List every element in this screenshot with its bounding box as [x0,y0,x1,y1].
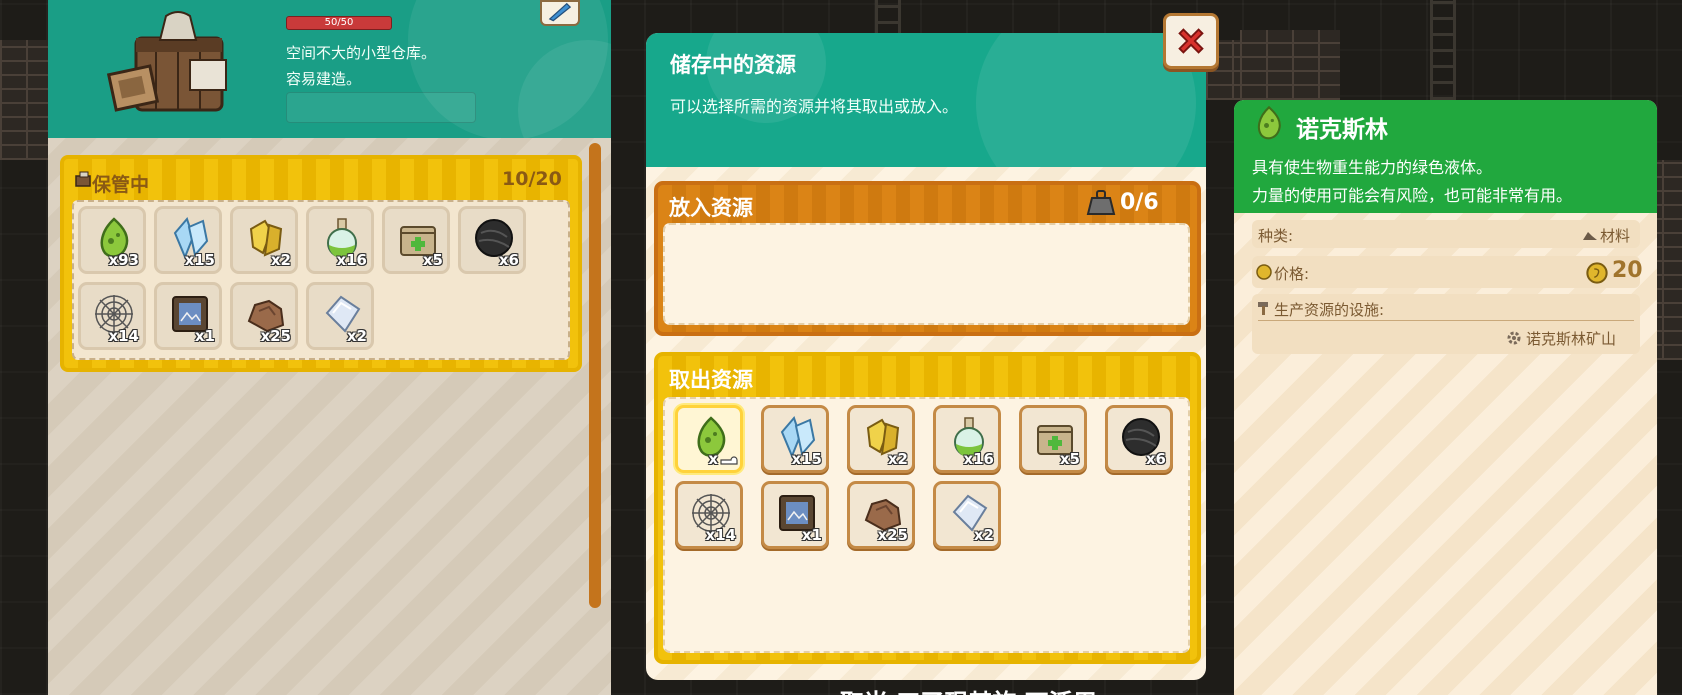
storage-title: 保管中 [92,174,150,196]
dialog-header: 储存中的资源 可以选择所需的资源并将其取出或放入。 [646,33,1206,167]
item-description-line-1: 具有使生物重生能力的绿色液体。 [1252,158,1493,177]
item-quantity: x14 [705,526,736,544]
take-resource-item-grid: x x15 x2 x16 x5 x6 x14 x1 x25 x2 [663,397,1190,653]
item-quantity: x2 [346,327,367,345]
item-type-label: 种类: [1258,227,1294,245]
storage-item-gold-ore[interactable]: x2 [230,206,298,274]
warehouse-description-line-1: 空间不大的小型仓库。 [286,44,437,62]
warehouse-scrollbar[interactable] [589,143,601,608]
item-quantity: x [708,450,718,468]
item-price-row: 价格: 20 [1252,256,1643,288]
divider [1258,320,1634,321]
item-price-value: 20 [1612,258,1643,283]
item-quantity: x6 [498,251,519,269]
item-quantity: x16 [336,251,367,269]
nocusrin-leaf-icon [1257,105,1281,140]
take-item-ice[interactable]: x2 [933,481,1001,549]
take-item-rock[interactable]: x25 [847,481,915,549]
item-quantity: x16 [963,450,994,468]
item-detail-panel: 诺克斯林 具有使生物重生能力的绿色液体。 力量的使用可能会有风险，也可能非常有用… [1234,100,1657,695]
item-price-label: 价格: [1274,265,1310,283]
take-item-spider-web[interactable]: x14 [675,481,743,549]
take-item-picture[interactable]: x1 [761,481,829,549]
item-quantity: x2 [887,450,908,468]
storage-item-picture[interactable]: x1 [154,282,222,350]
take-item-crystal[interactable]: x15 [761,405,829,473]
storage-item-ice[interactable]: x2 [306,282,374,350]
take-item-first-aid[interactable]: x5 [1019,405,1087,473]
storage-item-nocusrin[interactable]: x93 [78,206,146,274]
background-bricks [1240,30,1340,100]
take-item-coal-ball[interactable]: x6 [1105,405,1173,473]
item-quantity: x5 [422,251,443,269]
background-ladder [1430,0,1456,100]
item-quantity: x1 [801,526,822,544]
close-icon [1178,28,1204,54]
warehouse-description-line-2: 容易建造。 [286,70,362,88]
warehouse-hp-bar: 50/50 [286,16,392,30]
storage-count: 10/20 [502,168,562,190]
hammer-icon [1258,302,1268,315]
item-type-value: 材料 [1600,227,1631,245]
take-item-potion[interactable]: x16 [933,405,1001,473]
put-resource-title: 放入资源 [669,196,753,220]
item-name: 诺克斯林 [1296,117,1388,143]
take-resource-title: 取出资源 [669,368,753,392]
storage-item-first-aid[interactable]: x5 [382,206,450,274]
storage-item-rock[interactable]: x25 [230,282,298,350]
warehouse-header: 50/50 空间不大的小型仓库。 容易建造。 [48,0,611,138]
weight-icon [1086,190,1116,215]
item-quantity: x6 [1145,450,1166,468]
item-quantity: x2 [270,251,291,269]
take-item-nocusrin[interactable]: x [675,405,743,473]
item-facility-label: 生产资源的设施: [1274,301,1385,319]
storage-item-crystal[interactable]: x15 [154,206,222,274]
gear-icon [1507,331,1521,345]
pointer-hand-icon [720,456,738,465]
put-resource-count: 0/6 [1120,190,1159,215]
take-item-gold-ore[interactable]: x2 [847,405,915,473]
coin-icon [1256,264,1272,280]
warehouse-crate-icon [106,11,227,112]
storage-item-spider-web[interactable]: x14 [78,282,146,350]
warehouse-name-field[interactable] [286,92,476,123]
item-facility-value: 诺克斯林矿山 [1526,330,1617,348]
storage-item-coal-ball[interactable]: x6 [458,206,526,274]
edit-name-button[interactable] [540,0,580,26]
storage-box-icon [75,171,91,187]
item-quantity: x25 [260,327,291,345]
item-description-line-2: 力量的使用可能会有风险，也可能非常有用。 [1252,186,1573,205]
item-quantity: x14 [108,327,139,345]
item-quantity: x5 [1059,450,1080,468]
item-facility-row: 生产资源的设施: 诺克斯林矿山 [1252,294,1640,354]
dialog-subtitle: 可以选择所需的资源并将其取出或放入。 [670,97,959,116]
close-button[interactable] [1163,13,1219,69]
warehouse-panel: 50/50 空间不大的小型仓库。 容易建造。 保管中 10/20 x93 x15… [48,0,611,695]
item-quantity: x93 [108,251,139,269]
item-quantity: x25 [877,526,908,544]
item-quantity: x1 [194,327,215,345]
put-resource-slot-area[interactable] [663,223,1190,325]
item-quantity: x2 [973,526,994,544]
storage-item-grid: x93 x15 x2 x16 x5 x6 x14 x1 x25 x2 [72,200,570,360]
background-bricks [0,40,48,160]
dialog-title: 储存中的资源 [670,53,796,77]
item-quantity: x15 [184,251,215,269]
coin-icon [1586,262,1608,284]
item-quantity: x15 [791,450,822,468]
detail-header: 诺克斯林 具有使生物重生能力的绿色液体。 力量的使用可能会有风险，也可能非常有用… [1234,100,1657,213]
storage-item-potion[interactable]: x16 [306,206,374,274]
item-type-row: 种类: 材料 [1252,220,1640,248]
quill-pen-icon [548,2,572,22]
subtitle-caption: 取当 工了现其族 丁活用 [840,683,1097,695]
material-pile-icon [1583,232,1597,240]
